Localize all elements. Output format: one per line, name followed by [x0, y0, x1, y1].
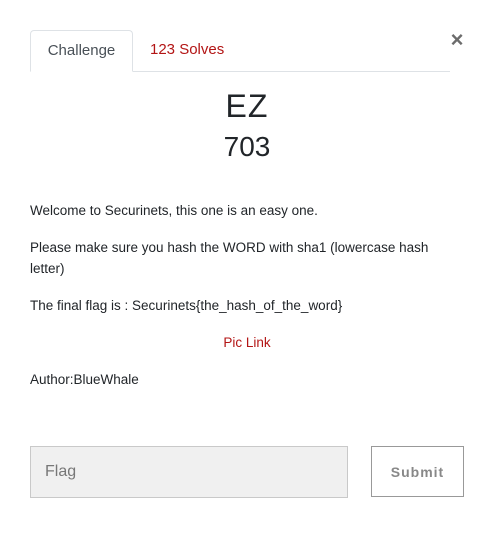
challenge-modal: × Challenge 123 Solves EZ 703 Welcome to…	[0, 0, 494, 545]
tab-challenge[interactable]: Challenge	[30, 30, 133, 72]
submit-button[interactable]: Submit	[371, 446, 464, 497]
close-icon[interactable]: ×	[448, 27, 466, 53]
challenge-value: 703	[223, 131, 271, 162]
description-paragraph: The final flag is : Securinets{the_hash_…	[30, 298, 343, 313]
flag-input[interactable]	[30, 446, 348, 498]
description-paragraph: Please make sure you hash the WORD with …	[30, 240, 429, 276]
tab-bar: Challenge 123 Solves	[30, 30, 450, 72]
challenge-name: EZ	[225, 88, 269, 124]
description-paragraph: Welcome to Securinets, this one is an ea…	[30, 203, 318, 218]
pic-link[interactable]: Pic Link	[0, 332, 494, 353]
tab-solves[interactable]: 123 Solves	[134, 30, 240, 72]
author-text: Author:BlueWhale	[30, 372, 139, 387]
